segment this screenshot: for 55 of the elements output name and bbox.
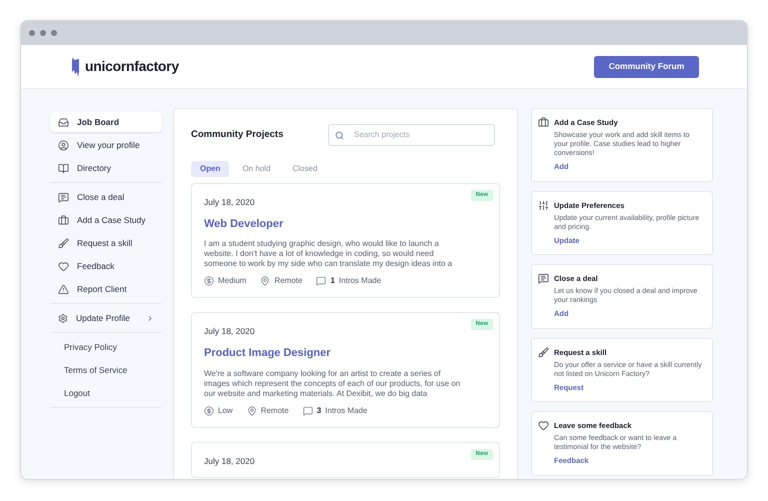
sidebar-item[interactable]: Job Board (50, 112, 162, 132)
sidebar-item[interactable]: Report Client (50, 279, 162, 299)
dollar-icon (204, 406, 214, 416)
warning-icon (58, 284, 69, 294)
briefcase-icon (58, 214, 69, 226)
brush-icon (58, 238, 69, 248)
sidebar-item[interactable]: Add a Case Study (50, 210, 162, 230)
panel-title: Community Projects (191, 128, 284, 142)
project-date: July 18, 2020 (204, 325, 256, 338)
sidebar-item[interactable]: Update Profile (50, 308, 162, 328)
logo-icon (71, 56, 81, 78)
sidebar-item[interactable]: Directory (50, 158, 162, 178)
sidebar-item[interactable]: View your profile (50, 135, 162, 155)
intros-label: Intros Made (325, 404, 368, 416)
location-pin-icon (260, 276, 270, 286)
location-label: Remote (274, 275, 302, 288)
project-title-link[interactable]: Product Image Designer (204, 345, 487, 362)
sidebar-item[interactable]: Close a deal (50, 187, 162, 207)
project-title-link[interactable]: Web Developer (204, 216, 487, 232)
heart-icon (538, 420, 549, 431)
brush-icon (538, 346, 549, 358)
budget-label: Medium (218, 275, 246, 288)
sidebar-item[interactable]: Privacy Policy (50, 337, 162, 357)
sidebar-item[interactable]: Feedback (50, 256, 162, 276)
chat-icon (302, 406, 313, 416)
search-input[interactable]: Search projects (354, 129, 484, 141)
heart-icon (58, 260, 69, 272)
logo-text: unicornfactory (85, 57, 179, 76)
book-icon (58, 162, 69, 174)
sidebar-item[interactable]: Logout (50, 383, 162, 403)
location-pin-icon (246, 406, 257, 416)
chat-icon (316, 276, 326, 286)
project-date: July 18, 2020 (204, 196, 256, 209)
project-card[interactable] (191, 183, 500, 298)
inbox-icon (58, 116, 69, 128)
intros-label: Intros Made (338, 275, 382, 288)
project-description: We're a software company looking for an artist to create a series of images which represent the concepts of each of our products, for use on our website and marketing materials. At Dexibit, we do big data (204, 368, 462, 398)
project-description: I am a student studying graphic design, who would like to launch a website. I don't have a lot of knowledge in coding, so would need someone to work by my side who can translate my design ideas into a (204, 239, 454, 270)
intros-count: 3 (316, 404, 322, 416)
search-icon (335, 130, 344, 140)
briefcase-icon (538, 117, 549, 128)
search-field[interactable]: Search projects (328, 124, 495, 146)
project-date: July 18, 2020 (204, 454, 256, 468)
project-card[interactable] (191, 312, 500, 428)
sliders-icon (538, 200, 549, 210)
status-tab[interactable]: Open (191, 161, 230, 177)
sidebar-item[interactable]: Terms of Service (50, 360, 162, 380)
budget-label: Low (218, 404, 233, 416)
community-forum-button[interactable]: Community Forum (594, 56, 699, 78)
dollar-icon (204, 276, 214, 286)
location-label: Remote (260, 404, 289, 416)
intros-count: 1 (330, 275, 335, 288)
sidebar-item[interactable]: Request a skill (50, 233, 162, 253)
user-icon (58, 140, 69, 150)
settings-icon (58, 312, 68, 324)
